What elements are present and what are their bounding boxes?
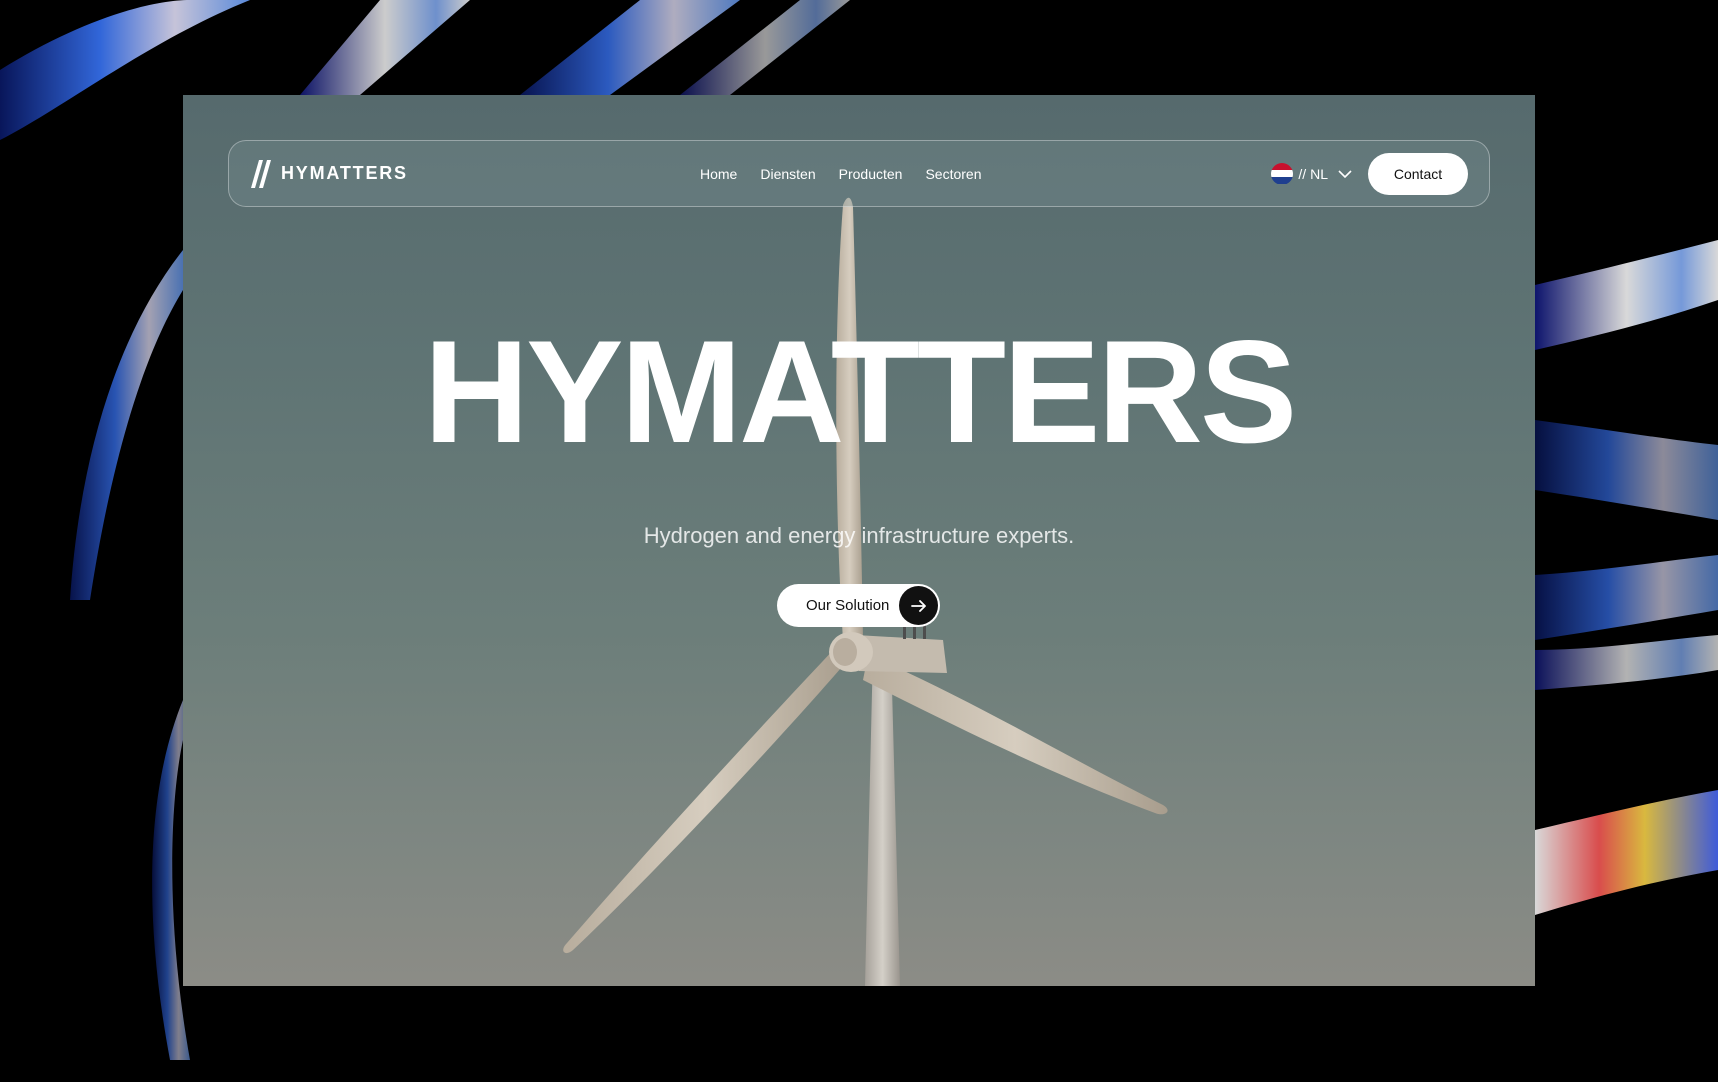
nav-item-home[interactable]: Home — [700, 164, 737, 184]
netherlands-flag-icon — [1271, 162, 1294, 185]
hero-title: HYMATTERS — [423, 310, 1298, 473]
our-solution-button[interactable]: Our Solution — [777, 584, 940, 627]
nav-item-sectoren[interactable]: Sectoren — [925, 164, 981, 184]
main-menu: Home Diensten Producten Sectoren — [700, 164, 982, 184]
website-frame: HYMATTERS Home Diensten Producten Sector… — [183, 95, 1535, 986]
hero-subtitle: Hydrogen and energy infrastructure exper… — [643, 523, 1075, 548]
language-label: // NL — [1298, 165, 1328, 182]
cta-label: Our Solution — [806, 597, 890, 614]
nav-actions: // NL Contact — [1271, 152, 1468, 195]
contact-button[interactable]: Contact — [1368, 152, 1468, 195]
brand-logo-link[interactable]: HYMATTERS — [251, 159, 551, 189]
double-slash-logo-icon — [251, 159, 271, 188]
navbar: HYMATTERS Home Diensten Producten Sector… — [228, 140, 1490, 207]
nav-item-producten[interactable]: Producten — [839, 164, 903, 184]
brand-name: HYMATTERS — [281, 163, 408, 183]
chevron-down-icon — [1338, 169, 1352, 178]
language-selector[interactable]: // NL — [1271, 162, 1352, 185]
arrow-right-icon — [899, 586, 938, 625]
nav-item-diensten[interactable]: Diensten — [760, 164, 815, 184]
